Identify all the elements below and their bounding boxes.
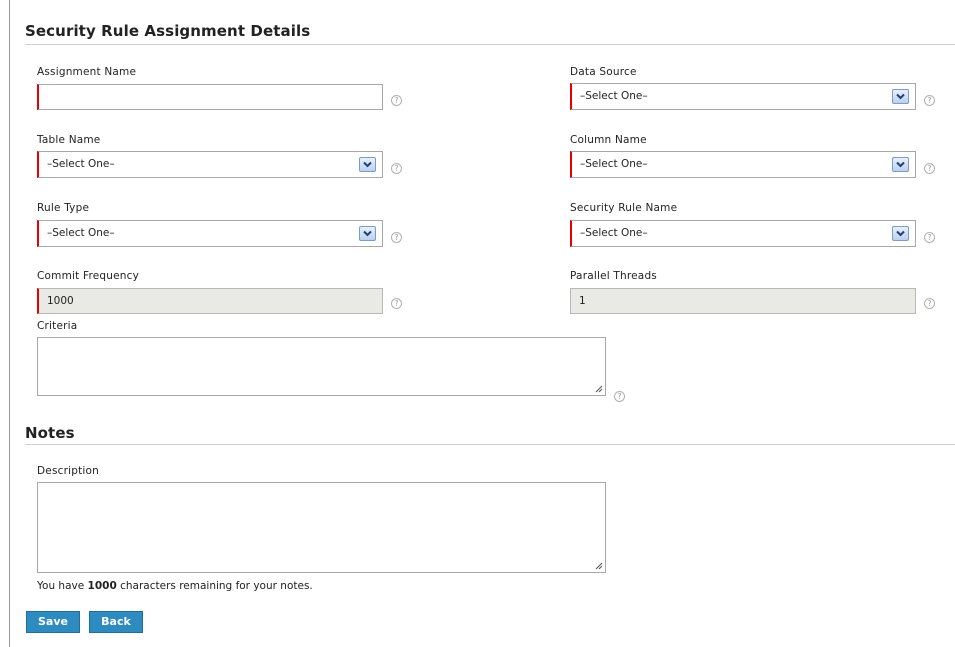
back-button[interactable]: Back xyxy=(89,611,143,633)
criteria-help-icon[interactable]: ? xyxy=(614,391,625,402)
security-rule-name-label: Security Rule Name xyxy=(570,202,678,214)
column-name-select[interactable]: –Select One– xyxy=(570,151,916,178)
commit-frequency-input[interactable]: 1000 xyxy=(37,288,383,314)
notes-remaining-suffix: characters remaining for your notes. xyxy=(116,580,313,592)
notes-remaining-prefix: You have xyxy=(37,580,88,592)
parallel-threads-input[interactable]: 1 xyxy=(570,288,916,314)
column-name-label: Column Name xyxy=(570,134,647,146)
table-name-help-icon[interactable]: ? xyxy=(391,163,402,174)
commit-frequency-label: Commit Frequency xyxy=(37,270,140,282)
table-name-select[interactable]: –Select One– xyxy=(37,151,383,178)
chevron-down-icon[interactable] xyxy=(359,226,376,241)
table-name-label: Table Name xyxy=(37,134,101,146)
description-textarea[interactable] xyxy=(37,482,606,573)
rule-type-label: Rule Type xyxy=(37,202,90,214)
chevron-down-icon[interactable] xyxy=(892,157,909,172)
assignment-name-input[interactable] xyxy=(37,84,383,110)
rule-type-help-icon[interactable]: ? xyxy=(391,232,402,243)
parallel-threads-help-icon[interactable]: ? xyxy=(924,298,935,309)
data-source-select[interactable]: –Select One– xyxy=(570,83,916,110)
data-source-label: Data Source xyxy=(570,66,637,78)
resize-grip-icon[interactable] xyxy=(595,562,603,570)
description-label: Description xyxy=(37,465,100,477)
details-section-divider xyxy=(25,44,955,45)
data-source-help-icon[interactable]: ? xyxy=(924,95,935,106)
notes-remaining-count: 1000 xyxy=(87,580,117,592)
column-name-help-icon[interactable]: ? xyxy=(924,163,935,174)
rule-type-selected-value: –Select One– xyxy=(47,227,115,239)
column-name-selected-value: –Select One– xyxy=(580,158,648,170)
security-rule-name-selected-value: –Select One– xyxy=(580,227,648,239)
security-rule-name-select[interactable]: –Select One– xyxy=(570,220,916,247)
parallel-threads-label: Parallel Threads xyxy=(570,270,657,282)
chevron-down-icon[interactable] xyxy=(359,157,376,172)
rule-type-select[interactable]: –Select One– xyxy=(37,220,383,247)
commit-frequency-help-icon[interactable]: ? xyxy=(391,298,402,309)
criteria-textarea[interactable] xyxy=(37,337,606,396)
criteria-label: Criteria xyxy=(37,320,78,332)
assignment-name-label: Assignment Name xyxy=(37,66,137,78)
table-name-selected-value: –Select One– xyxy=(47,158,115,170)
details-section-title: Security Rule Assignment Details xyxy=(25,22,311,40)
chevron-down-icon[interactable] xyxy=(892,226,909,241)
assignment-name-help-icon[interactable]: ? xyxy=(391,95,402,106)
page-left-border xyxy=(9,0,10,647)
notes-section-divider xyxy=(25,444,955,445)
save-button[interactable]: Save xyxy=(26,611,80,633)
security-rule-name-help-icon[interactable]: ? xyxy=(924,232,935,243)
data-source-selected-value: –Select One– xyxy=(580,90,648,102)
resize-grip-icon[interactable] xyxy=(595,385,603,393)
chevron-down-icon[interactable] xyxy=(892,89,909,104)
notes-section-title: Notes xyxy=(25,424,75,442)
notes-remaining-text: You have 1000 characters remaining for y… xyxy=(37,580,313,592)
